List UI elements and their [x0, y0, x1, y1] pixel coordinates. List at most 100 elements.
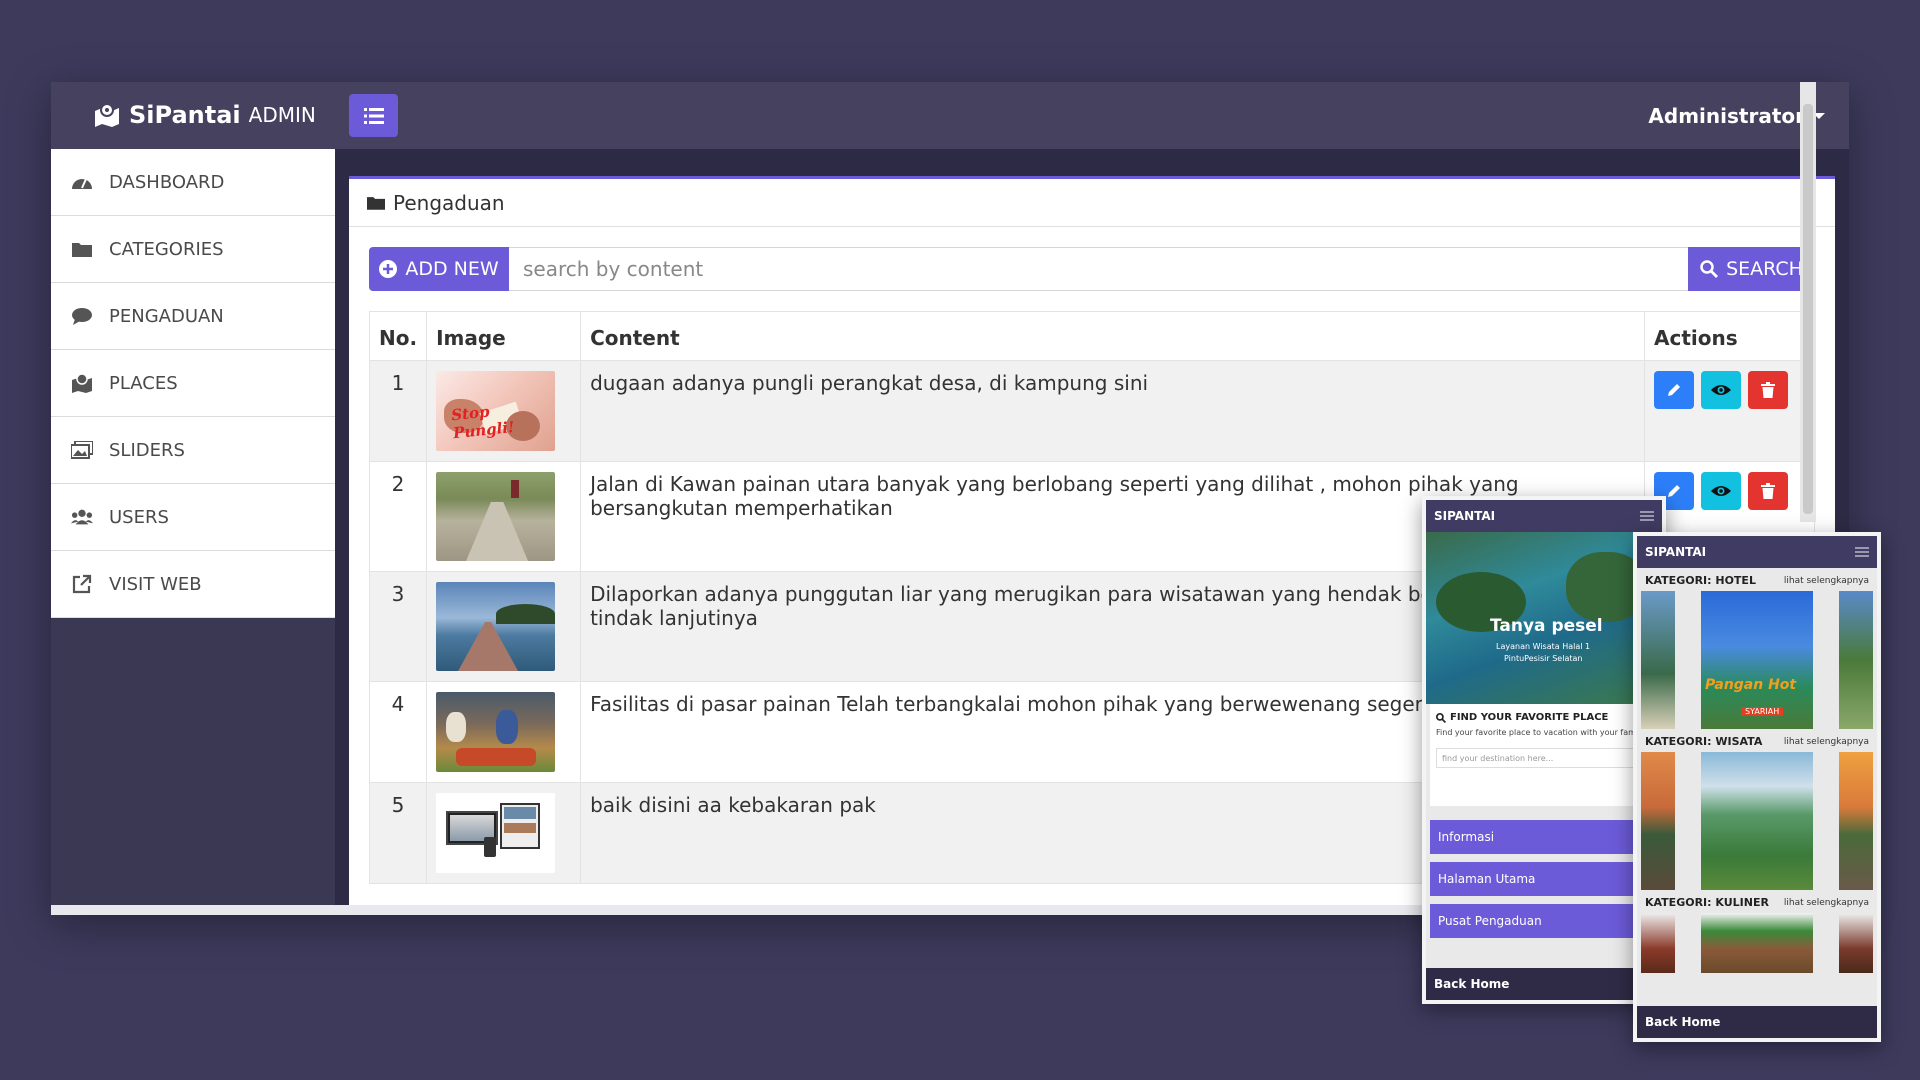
scrollbar[interactable] — [1800, 82, 1816, 522]
row-number: 5 — [368, 782, 428, 884]
row-image-cell — [426, 782, 582, 884]
row-image-cell — [426, 461, 582, 572]
complaint-thumbnail[interactable] — [436, 472, 556, 561]
card-header: Pengaduan — [349, 179, 1835, 227]
sidebar-item-dashboard[interactable]: DASHBOARD — [51, 149, 335, 216]
view-button[interactable] — [1701, 371, 1741, 409]
add-new-button[interactable]: ADD NEW — [369, 247, 509, 291]
find-title: FIND YOUR FAVORITE PLACE — [1450, 712, 1609, 723]
map-marker-icon — [95, 103, 119, 127]
category-image[interactable] — [1839, 913, 1873, 973]
category-header-hotel: KATEGORI: HOTEL lihat selengkapnya — [1637, 568, 1877, 591]
search-label: SEARCH — [1726, 258, 1803, 280]
see-more-link[interactable]: lihat selengkapnya — [1784, 898, 1869, 908]
hamburger-icon[interactable] — [1640, 511, 1654, 521]
menu-item-pusat-pengaduan[interactable]: Pusat Pengaduan — [1430, 904, 1658, 938]
topbar: SiPantai ADMIN Administrator — [51, 82, 1849, 149]
sidebar-item-users[interactable]: USERS — [51, 484, 335, 551]
row-image-cell — [426, 681, 582, 783]
sidebar-menu: DASHBOARD CATEGORIES PENGADUAN PLACES SL… — [51, 149, 335, 618]
plus-circle-icon — [379, 260, 398, 278]
sidebar-item-sliders[interactable]: SLIDERS — [51, 417, 335, 484]
category-image[interactable] — [1839, 591, 1873, 729]
brand-logo[interactable]: SiPantai ADMIN — [93, 101, 316, 129]
category-image[interactable] — [1641, 752, 1675, 890]
column-header-image: Image — [426, 311, 582, 361]
table-row: 1 Stop Pungli! dugaan adanya pungli pera… — [368, 360, 1815, 462]
edit-button[interactable] — [1654, 371, 1694, 409]
folder-icon — [71, 238, 93, 260]
category-images-hotel: Pangan Hot SYARIAH — [1637, 591, 1877, 729]
sidebar-item-categories[interactable]: CATEGORIES — [51, 216, 335, 283]
category-title: KATEGORI: WISATA — [1645, 735, 1763, 748]
complaint-thumbnail[interactable]: Stop Pungli! — [436, 371, 556, 451]
mobile-brand: SIPANTAI — [1434, 509, 1496, 523]
dashboard-icon — [71, 171, 93, 193]
user-name: Administrator — [1648, 104, 1805, 128]
category-image[interactable] — [1641, 591, 1675, 729]
category-image[interactable] — [1701, 752, 1813, 890]
category-title: KATEGORI: KULINER — [1645, 896, 1769, 909]
menu-item-halaman-utama[interactable]: Halaman Utama — [1430, 862, 1658, 896]
search-input[interactable] — [509, 247, 1688, 291]
delete-button[interactable] — [1748, 371, 1788, 409]
add-new-label: ADD NEW — [405, 258, 499, 280]
toolbar: ADD NEW SEARCH — [369, 247, 1815, 291]
users-icon — [71, 506, 93, 528]
user-dropdown[interactable]: Administrator — [1648, 104, 1825, 128]
search-icon — [1436, 712, 1446, 723]
sidebar: DASHBOARD CATEGORIES PENGADUAN PLACES SL… — [51, 149, 335, 915]
images-icon — [71, 439, 93, 461]
category-image[interactable]: Pangan Hot SYARIAH — [1701, 591, 1813, 729]
sidebar-item-label: USERS — [109, 506, 169, 528]
back-home-link[interactable]: Back Home — [1426, 968, 1662, 1000]
menu-toggle-button[interactable] — [349, 94, 398, 137]
sidebar-item-label: PENGADUAN — [109, 305, 224, 327]
find-input[interactable]: find your destination here... — [1436, 748, 1652, 768]
sidebar-item-places[interactable]: PLACES — [51, 350, 335, 417]
mobile-header: SIPANTAI — [1426, 500, 1662, 532]
see-more-link[interactable]: lihat selengkapnya — [1784, 737, 1869, 747]
complaint-thumbnail[interactable] — [436, 793, 556, 873]
sidebar-item-label: PLACES — [109, 372, 178, 394]
column-header-actions: Actions — [1644, 311, 1815, 361]
table-header-row: No. Image Content Actions — [368, 311, 1815, 361]
category-header-kuliner: KATEGORI: KULINER lihat selengkapnya — [1637, 890, 1877, 913]
comment-icon — [71, 305, 93, 327]
row-content: dugaan adanya pungli perangkat desa, di … — [580, 360, 1645, 462]
mobile-preview-categories: SIPANTAI KATEGORI: HOTEL lihat selengkap… — [1633, 532, 1881, 1042]
scrollbar-thumb[interactable] — [1803, 104, 1813, 514]
hamburger-icon[interactable] — [1855, 547, 1869, 557]
category-image[interactable] — [1839, 752, 1873, 890]
hero-subtitle-2: PintuPesisir Selatan — [1504, 654, 1583, 663]
back-home-link[interactable]: Back Home — [1637, 1006, 1877, 1038]
search-button[interactable]: SEARCH — [1688, 247, 1815, 291]
row-actions — [1644, 360, 1815, 462]
pencil-icon — [1668, 384, 1680, 396]
sidebar-item-pengaduan[interactable]: PENGADUAN — [51, 283, 335, 350]
hotel-sign-sub: SYARIAH — [1741, 707, 1784, 716]
menu-item-informasi[interactable]: Informasi — [1430, 820, 1658, 854]
brand-suffix: ADMIN — [248, 103, 316, 127]
complaint-thumbnail[interactable] — [436, 582, 556, 671]
complaint-thumbnail[interactable] — [436, 692, 556, 772]
sidebar-item-label: SLIDERS — [109, 439, 185, 461]
row-image-cell — [426, 571, 582, 682]
category-images-wisata — [1637, 752, 1877, 890]
map-icon — [71, 372, 93, 394]
mobile-hero: Tanya pesel Layanan Wisata Halal 1 Pintu… — [1426, 532, 1662, 704]
category-image[interactable] — [1641, 913, 1675, 973]
view-button[interactable] — [1701, 472, 1741, 510]
row-number: 1 — [368, 360, 428, 462]
sidebar-item-visit-web[interactable]: VISIT WEB — [51, 551, 335, 618]
find-text: Find your favorite place to vacation wit… — [1436, 728, 1649, 737]
search-icon — [1700, 260, 1719, 278]
list-icon — [363, 107, 384, 124]
see-more-link[interactable]: lihat selengkapnya — [1784, 576, 1869, 586]
category-image[interactable] — [1701, 913, 1813, 973]
find-place-card: FIND YOUR FAVORITE PLACE Find your favor… — [1430, 704, 1658, 806]
delete-button[interactable] — [1748, 472, 1788, 510]
folder-icon — [367, 197, 385, 210]
mobile-menu: Informasi Halaman Utama Pusat Pengaduan — [1426, 806, 1662, 938]
sidebar-item-label: DASHBOARD — [109, 171, 225, 193]
